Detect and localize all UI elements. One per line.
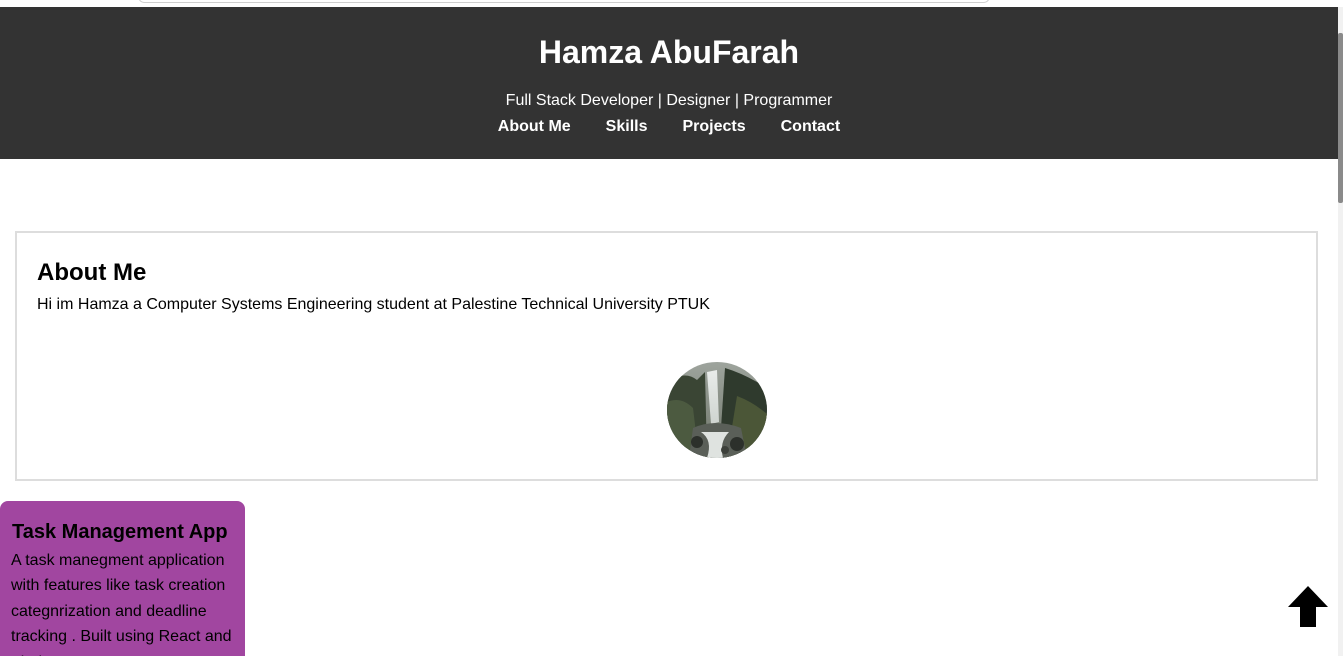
main-nav: About Me Skills Projects Contact	[0, 117, 1338, 136]
site-header: Hamza AbuFarah Full Stack Developer | De…	[0, 7, 1338, 159]
about-text: Hi im Hamza a Computer Systems Engineeri…	[37, 296, 710, 313]
waterfall-photo	[667, 362, 767, 458]
page: Hamza AbuFarah Full Stack Developer | De…	[0, 0, 1343, 656]
nav-link-contact[interactable]: Contact	[781, 117, 841, 136]
about-heading: About Me	[37, 259, 147, 286]
project-description: A task manegment application with featur…	[11, 552, 232, 656]
nav-link-projects[interactable]: Projects	[682, 117, 745, 136]
address-bar-edge	[138, 0, 990, 3]
scrollbar-thumb[interactable]	[1338, 33, 1343, 203]
about-section: About Me Hi im Hamza a Computer Systems …	[15, 231, 1318, 481]
project-title: Task Management App	[12, 521, 228, 543]
project-card[interactable]: Task Management App A task manegment app…	[0, 501, 245, 656]
nav-link-about-me[interactable]: About Me	[498, 117, 571, 136]
nav-link-skills[interactable]: Skills	[606, 117, 648, 136]
profile-photo	[667, 362, 767, 458]
site-title: Hamza AbuFarah	[538, 34, 800, 70]
site-tagline: Full Stack Developer | Designer | Progra…	[505, 92, 833, 109]
back-to-top-button[interactable]	[1287, 586, 1329, 628]
arrow-up-icon	[1288, 586, 1328, 627]
page-scrollbar[interactable]	[1338, 7, 1343, 656]
browser-chrome	[0, 0, 1343, 7]
